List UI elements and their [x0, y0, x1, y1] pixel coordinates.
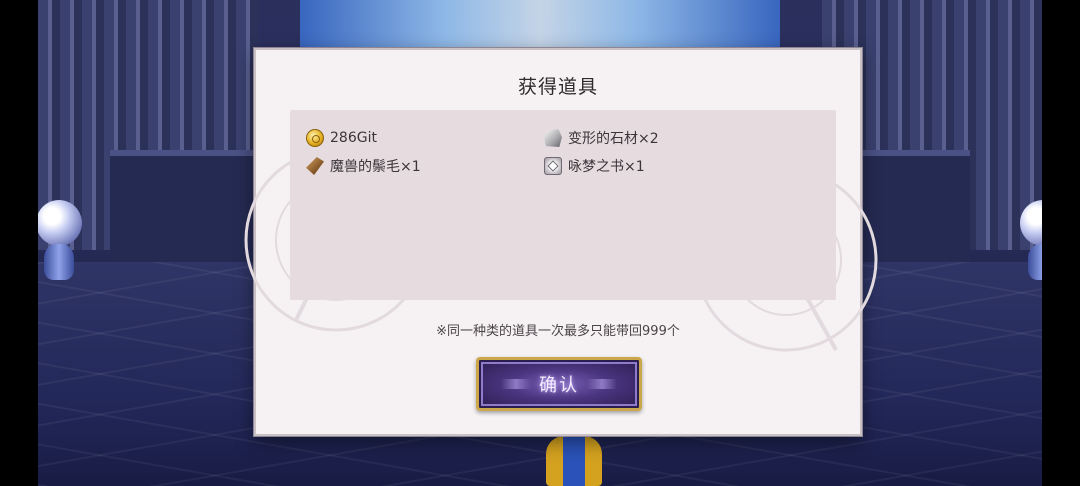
dialog-title: 获得道具: [517, 76, 598, 98]
reward-item-stone: 变形的石材×2: [544, 126, 659, 150]
confirm-button[interactable]: 确认: [476, 357, 642, 411]
item-limit-notice: ※同一种类的道具一次最多只能带回999个: [436, 324, 680, 339]
flower-vase-left: [36, 200, 82, 280]
player-character: [546, 436, 602, 486]
item-reward-dialog: 获得道具 286Git 变形的石材×2 魔兽的鬃毛×1 咏梦之书×1 ※同一种类…: [244, 48, 878, 436]
reward-item-label: 变形的石材×2: [568, 131, 659, 147]
gold-coin-icon: [306, 129, 324, 147]
reward-item-label: 286Git: [330, 130, 377, 146]
reward-item-label: 咏梦之书×1: [568, 159, 645, 175]
confirm-button-label: 确认: [539, 375, 579, 396]
reward-item-git: 286Git: [306, 126, 377, 150]
reward-item-label: 魔兽的鬃毛×1: [330, 159, 421, 175]
reward-item-fur: 魔兽的鬃毛×1: [306, 154, 421, 178]
reward-items-panel: 286Git 变形的石材×2 魔兽的鬃毛×1 咏梦之书×1: [290, 110, 836, 300]
stone-material-icon: [544, 129, 562, 147]
letterbox-left: [0, 0, 38, 486]
letterbox-right: [1042, 0, 1080, 486]
beast-fur-icon: [306, 157, 324, 175]
reward-item-book: 咏梦之书×1: [544, 154, 645, 178]
dream-book-icon: [544, 157, 562, 175]
organ-console-left: [110, 150, 260, 266]
